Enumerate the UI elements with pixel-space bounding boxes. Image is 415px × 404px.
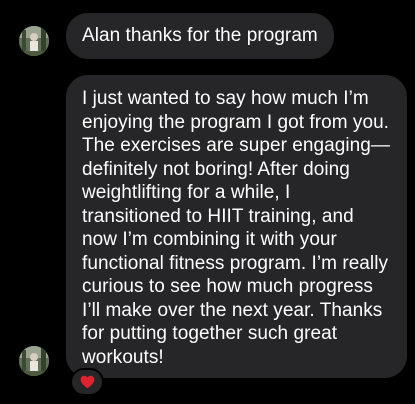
message-bubble[interactable]: I just wanted to say how much I’m enjoyi… <box>66 75 407 378</box>
avatar-icon <box>19 346 49 376</box>
message-bubble[interactable]: Alan thanks for the program <box>66 13 334 59</box>
message-reaction[interactable] <box>70 368 104 396</box>
sender-avatar[interactable] <box>19 346 49 376</box>
avatar-icon <box>19 26 49 56</box>
message-text: Alan thanks for the program <box>82 25 318 46</box>
red-heart-icon <box>80 375 94 389</box>
message-text: I just wanted to say how much I’m enjoyi… <box>82 88 390 368</box>
sender-avatar[interactable] <box>19 26 49 56</box>
